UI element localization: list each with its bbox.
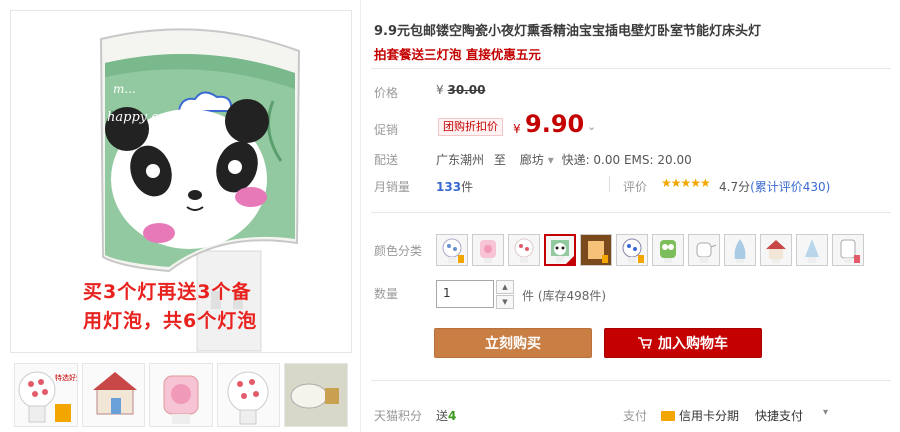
shipping-to: 至: [493, 153, 506, 167]
quick-pay[interactable]: 快捷支付: [755, 407, 803, 424]
group-buy-badge: 团购折扣价: [438, 118, 503, 136]
swatch-pink-dots[interactable]: [508, 234, 540, 266]
rating-score: 4.7分: [719, 180, 751, 194]
swatch-blue-vase[interactable]: [724, 234, 756, 266]
swatch-teapot[interactable]: [688, 234, 720, 266]
quantity-increase-button[interactable]: ▲: [496, 280, 514, 294]
product-info: 9.9元包邮镂空陶瓷小夜灯熏香精油宝宝插电壁灯卧室节能灯床头灯 拍套餐送三灯泡 …: [360, 0, 900, 432]
swatch-blue-dots[interactable]: [436, 234, 468, 266]
quantity-input[interactable]: 1: [436, 280, 494, 308]
divider: [371, 68, 891, 69]
product-title: 9.9元包邮镂空陶瓷小夜灯熏香精油宝宝插电壁灯卧室节能灯床头灯: [374, 24, 762, 39]
star-rating-icon: ★★★★★: [661, 176, 711, 190]
shipping-destination-select[interactable]: 廊坊: [520, 153, 544, 167]
thumb-dot-ball-lamp[interactable]: [216, 363, 281, 427]
swatch-panda[interactable]: [544, 234, 576, 266]
promo-line-1: 买3个灯再送3个备: [83, 281, 252, 303]
swatch-red-house[interactable]: [760, 234, 792, 266]
thumb-pink-pig-lamp[interactable]: [149, 363, 213, 427]
add-to-cart-button[interactable]: 加入购物车: [604, 328, 762, 358]
credit-card-icon: [661, 411, 675, 421]
points-value: 4: [448, 409, 457, 423]
credit-installment[interactable]: 信用卡分期: [661, 407, 739, 424]
swatch-blue-pattern[interactable]: [616, 234, 648, 266]
lamp-text: happy one day: [107, 110, 203, 125]
review-count-link[interactable]: (累计评价430): [750, 180, 830, 194]
payment-label: 支付: [623, 409, 648, 423]
stock-info: 件 (库存498件): [522, 289, 607, 303]
swatch-orange-glow[interactable]: [580, 234, 612, 266]
shipping-label: 配送: [374, 153, 399, 167]
color-label: 颜色分类: [374, 244, 423, 258]
chevron-down-icon[interactable]: ▾: [548, 153, 554, 167]
cart-icon: [638, 337, 652, 349]
product-gallery: m... happy one day 买3个灯再送3个备 用灯泡，共6个灯泡 特…: [10, 10, 352, 427]
thumb-bulb[interactable]: [284, 363, 348, 427]
rating-value: 4.7分(累计评价430): [719, 178, 830, 195]
shipping-fees: 快递: 0.00 EMS: 20.00: [561, 153, 692, 167]
thumb-polka-dot-lamp[interactable]: 特选好灯: [14, 363, 78, 427]
original-price-value: 30.00: [447, 83, 486, 97]
price-label: 价格: [374, 86, 399, 100]
thumbnail-strip: 特选好灯: [10, 363, 352, 432]
color-swatch-list: [436, 234, 868, 266]
tmall-points: 送4: [436, 407, 456, 424]
product-subtitle: 拍套餐送三灯泡 直接优惠五元: [374, 47, 541, 62]
quantity-decrease-button[interactable]: ▼: [496, 295, 514, 309]
thumb-house-lamp[interactable]: [81, 363, 146, 427]
sales-unit: 件: [461, 180, 474, 194]
main-product-image[interactable]: m... happy one day 买3个灯再送3个备 用灯泡，共6个灯泡: [10, 10, 352, 353]
points-prefix: 送: [436, 409, 449, 423]
original-price: ¥ 30.00: [436, 83, 485, 97]
swatch-blue-tree[interactable]: [796, 234, 828, 266]
monthly-sales: 133件: [436, 178, 473, 195]
rating-label: 评价: [623, 180, 648, 194]
divider: [371, 212, 891, 213]
shipping-info: 广东潮州 至 廊坊 ▾ 快递: 0.00 EMS: 20.00: [436, 151, 692, 168]
tmall-points-label: 天猫积分: [374, 409, 423, 423]
chevron-down-icon[interactable]: ⌄: [587, 120, 596, 133]
lamp-text-small: m...: [113, 82, 136, 96]
swatch-white-cylinder[interactable]: [832, 234, 864, 266]
add-to-cart-label: 加入购物车: [658, 336, 728, 352]
swatch-green-owl[interactable]: [652, 234, 684, 266]
quantity-label: 数量: [374, 287, 399, 301]
promo-line-2: 用灯泡，共6个灯泡: [83, 310, 258, 332]
buy-now-button[interactable]: 立刻购买: [434, 328, 592, 358]
promo-price: 9.90: [525, 110, 585, 138]
chevron-down-icon[interactable]: ▾: [823, 407, 828, 418]
divider: [371, 380, 891, 381]
thumb-caption: 特选好灯: [55, 373, 77, 382]
separator: [609, 176, 610, 192]
promo-label: 促销: [374, 123, 399, 137]
promo-price-currency: ¥: [513, 122, 521, 136]
sales-count: 133: [436, 180, 462, 194]
original-price-currency: ¥: [436, 83, 444, 97]
shipping-origin: 广东潮州: [436, 153, 485, 167]
swatch-pink-pig[interactable]: [472, 234, 504, 266]
credit-installment-label: 信用卡分期: [679, 409, 740, 423]
sales-label: 月销量: [374, 180, 411, 194]
